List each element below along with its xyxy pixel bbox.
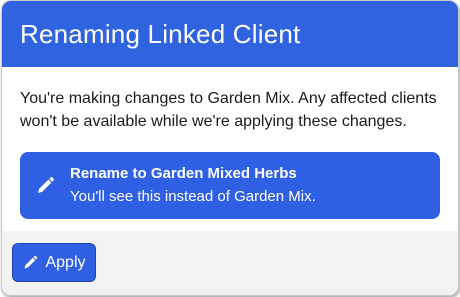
dialog-footer: Apply [2,231,458,295]
apply-button-label: Apply [45,253,86,271]
dialog-body: You're making changes to Garden Mix. Any… [2,67,458,231]
rename-dialog: Renaming Linked Client You're making cha… [1,0,459,296]
dialog-header: Renaming Linked Client [2,1,458,67]
rename-card-subtitle: You'll see this instead of Garden Mix. [70,187,316,205]
rename-card-text: Rename to Garden Mixed Herbs You'll see … [70,164,316,208]
pencil-icon [22,255,38,271]
dialog-title: Renaming Linked Client [20,18,301,49]
rename-card-title: Rename to Garden Mixed Herbs [70,164,297,182]
pencil-icon [34,175,56,197]
apply-button[interactable]: Apply [12,243,96,282]
rename-summary-card: Rename to Garden Mixed Herbs You'll see … [20,152,440,219]
dialog-message: You're making changes to Garden Mix. Any… [20,90,437,130]
